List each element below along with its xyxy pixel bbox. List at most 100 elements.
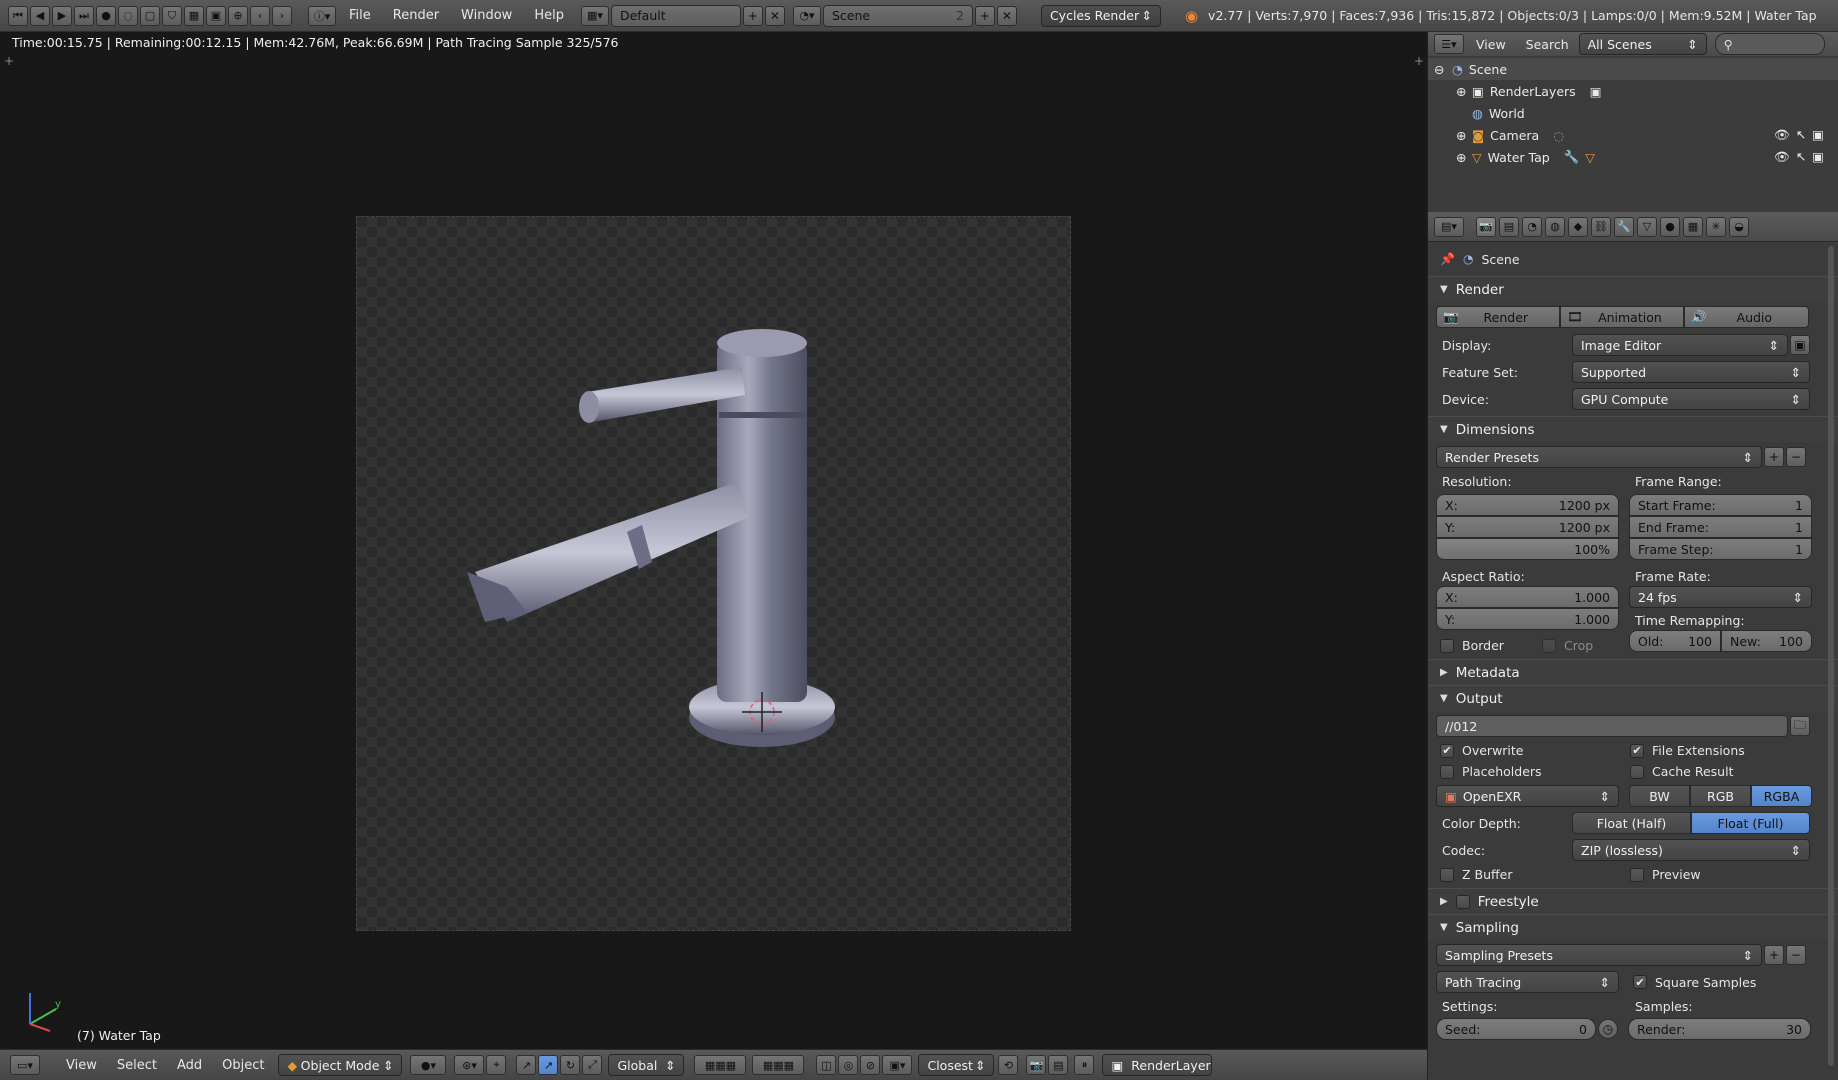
placeholders-checkbox[interactable] [1440,764,1454,779]
corner-plus-icon[interactable]: + [4,54,14,68]
overwrite-checkbox[interactable]: ✔ [1440,743,1454,758]
end-frame-field[interactable]: End Frame: 1 [1629,516,1812,538]
aspect-y-field[interactable]: Y: 1.000 [1436,608,1619,630]
render-image-icon[interactable]: ▣ [206,5,226,26]
menu-object[interactable]: Object [212,1058,274,1073]
res-y-field[interactable]: Y: 1200 px [1436,516,1619,538]
lock-camera-icon[interactable]: ◫ [816,1055,837,1075]
menu-render[interactable]: Render [382,8,450,23]
cache-result-checkbox[interactable] [1630,764,1644,779]
align-rotation-icon[interactable]: ⟲ [998,1055,1019,1075]
output-path-input[interactable]: //012 [1436,715,1788,737]
tab-render-icon[interactable]: 📷 [1476,216,1496,237]
remove-preset-icon[interactable]: − [1786,945,1806,965]
old-field[interactable]: Old: 100 [1629,630,1721,652]
depth-full-button[interactable]: Float (Full) [1691,812,1810,834]
mode-select[interactable]: ◆ Object Mode ⇕ [278,1054,403,1076]
rotate-icon[interactable]: ↻ [560,1055,581,1075]
manipulator-toggle-icon[interactable]: ⌖ [486,1055,507,1075]
shading-icon[interactable]: ●▾ [410,1055,447,1075]
remove-preset-icon[interactable]: − [1786,447,1806,467]
z-buffer-checkbox[interactable] [1440,867,1454,882]
tab-object-icon[interactable]: ◆ [1568,216,1588,237]
panel-header-output[interactable]: ▼ Output [1428,685,1838,711]
info-editor-icon[interactable]: ⓘ▾ [308,5,336,26]
tab-modifiers-icon[interactable]: 🔧 [1614,216,1634,237]
pause-icon[interactable]: ⏸ [1074,1055,1095,1075]
feature-set-select[interactable]: Supported ⇕ [1572,361,1810,383]
jump-start-icon[interactable]: ⏮ [8,5,28,26]
scene-field[interactable]: Scene 2 [822,4,973,27]
outliner-menu-search[interactable]: Search [1516,37,1579,52]
tab-texture-icon[interactable]: ▦ [1683,216,1703,237]
scale-icon[interactable]: ⤢ [582,1055,603,1075]
remove-scene-icon[interactable]: ✕ [996,5,1017,26]
play-icon[interactable]: ▶ [52,5,72,26]
outliner-item-renderlayers[interactable]: ⊕ ▣ RenderLayers ▣ [1428,80,1838,102]
keying-icon[interactable]: ◌ [118,5,138,26]
scene-icon[interactable]: ◔▾ [792,5,821,26]
outliner-item-camera[interactable]: ⊕ ◙ Camera ◌ 👁↖▣ [1428,124,1838,146]
new-file-icon[interactable]: ▢ [140,5,160,26]
tab-data-icon[interactable]: ▽ [1637,216,1657,237]
shield-icon[interactable]: ⛉ [162,5,182,26]
square-samples-checkbox[interactable]: ✔ [1633,975,1647,989]
add-preset-icon[interactable]: + [1764,945,1784,965]
menu-select[interactable]: Select [107,1058,167,1073]
crop-checkbox[interactable] [1542,638,1556,653]
audio-button[interactable]: 🔊 Audio [1684,306,1809,328]
properties-scrollbar[interactable] [1828,246,1834,1066]
checker-icon[interactable]: ▦ [184,5,204,26]
snap-target-select[interactable]: Closest ⇕ [918,1054,995,1076]
panel-header-freestyle[interactable]: ▶ Freestyle [1428,888,1838,914]
menu-view[interactable]: View [56,1058,107,1073]
editor-type-icon[interactable]: ▭▾ [10,1055,40,1075]
outliner-search-input[interactable]: ⚲ [1714,33,1825,55]
outliner-item-water-tap[interactable]: ⊕ ▽ Water Tap 🔧 ▽ 👁↖▣ [1428,146,1838,168]
color-mode-bw[interactable]: BW [1629,785,1690,807]
layout-field[interactable]: Default [610,4,741,27]
render-button[interactable]: 📷 Render [1436,306,1560,328]
record-icon[interactable]: ● [96,5,116,26]
render-viewport[interactable]: Time:00:15.75 | Remaining:00:12.15 | Mem… [0,32,1427,1049]
render-samples-field[interactable]: Render: 30 [1628,1018,1811,1040]
outliner-item-world[interactable]: ◍ World [1428,102,1838,124]
add-layout-icon[interactable]: + [742,5,763,26]
expand-icon[interactable]: ⊕ [1456,150,1472,165]
freestyle-checkbox[interactable] [1455,894,1470,909]
visibility-icons[interactable]: 👁↖▣ [1774,127,1830,143]
device-select[interactable]: GPU Compute ⇕ [1572,388,1810,410]
jump-end-icon[interactable]: ⏭ [74,5,94,26]
pin-icon[interactable]: 📌 [1440,252,1455,266]
menu-file[interactable]: File [338,8,382,23]
opengl-render-icon[interactable]: 📷 [1026,1055,1047,1075]
render-presets-select[interactable]: Render Presets ⇕ [1436,446,1762,468]
outliner-item-scene[interactable]: ⊖ ◔ Scene [1428,58,1838,80]
panel-header-render[interactable]: ▼ Render [1428,276,1838,302]
layout-grid-icon[interactable]: ▦▾ [580,5,609,26]
panel-header-metadata[interactable]: ▶ Metadata [1428,659,1838,685]
menu-add[interactable]: Add [167,1058,212,1073]
transform-icon[interactable]: ↗ [516,1055,537,1075]
frame-rate-select[interactable]: 24 fps ⇕ [1629,586,1812,608]
layers-grid-icon[interactable]: ▦▦▦ [694,1055,747,1075]
layers-grid-icon-2[interactable]: ▦▦▦ [752,1055,805,1075]
sampling-presets-select[interactable]: Sampling Presets ⇕ [1436,944,1762,966]
preview-checkbox[interactable] [1630,867,1644,882]
tab-layers-icon[interactable]: ▤ [1499,216,1519,237]
render-layer-select[interactable]: ▣ RenderLayer [1102,1054,1213,1076]
next-arrow-icon[interactable]: › [272,5,292,26]
aspect-x-field[interactable]: X: 1.000 [1436,586,1619,608]
animated-seed-icon[interactable]: ◷ [1598,1019,1618,1039]
outliner-filter-select[interactable]: All Scenes ⇕ [1578,33,1707,55]
proportional-edit-icon[interactable]: ◎ [838,1055,859,1075]
panel-header-dimensions[interactable]: ▼ Dimensions [1428,416,1838,442]
outliner-menu-view[interactable]: View [1466,37,1516,52]
tab-physics-icon[interactable]: ◒ [1729,216,1749,237]
file-extensions-checkbox[interactable]: ✔ [1630,743,1644,758]
opengl-anim-icon[interactable]: ▤ [1048,1055,1069,1075]
orientation-select[interactable]: Global ⇕ [608,1054,685,1076]
expand-icon[interactable]: ⊕ [1456,128,1472,143]
res-percentage-field[interactable]: 100% [1436,538,1619,560]
start-frame-field[interactable]: Start Frame: 1 [1629,494,1812,516]
